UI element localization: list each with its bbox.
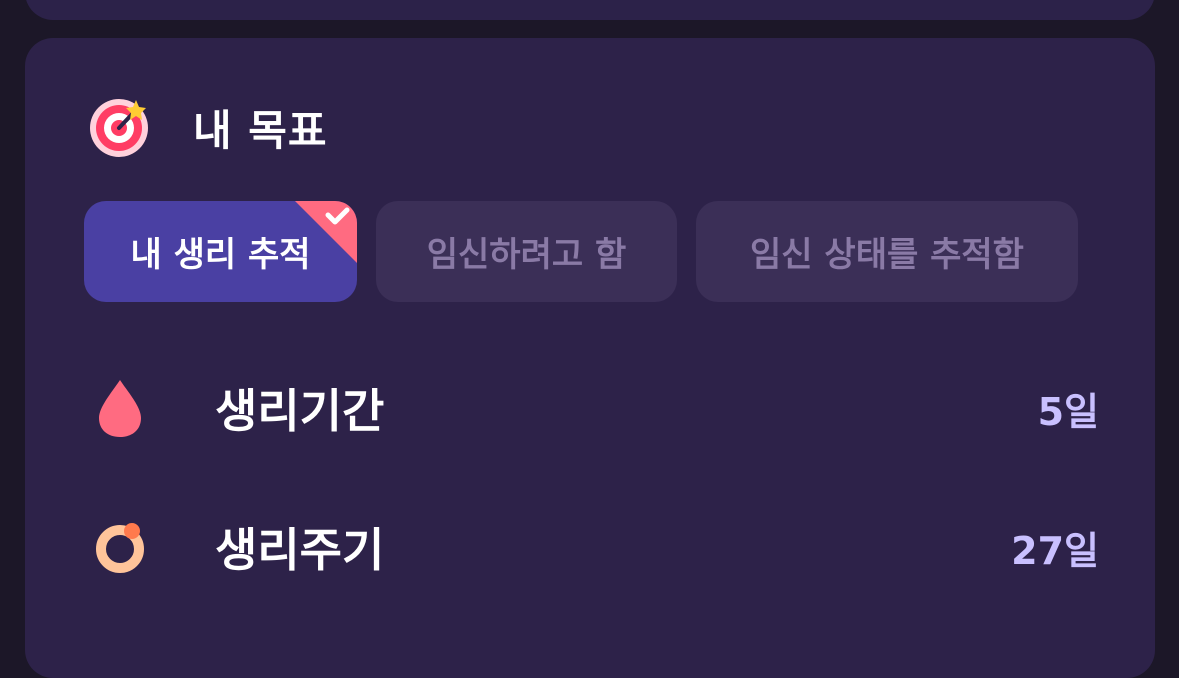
goal-option-label: 임신하려고 함 [426, 235, 627, 275]
goal-option-label: 내 생리 추적 [130, 235, 311, 275]
goal-header: 내 목표 [89, 96, 328, 158]
setting-row-period-length[interactable]: 생리기간 5일 [89, 375, 1099, 441]
previous-card [25, 0, 1155, 20]
goal-title: 내 목표 [193, 105, 328, 155]
goal-option-track-period[interactable]: 내 생리 추적 [84, 201, 357, 302]
goal-card: 내 목표 내 생리 추적 임신하려고 함 임신 상태를 추적함 생리기간 5일 [25, 38, 1155, 678]
drop-icon [89, 377, 151, 439]
setting-row-cycle-length[interactable]: 생리주기 27일 [89, 514, 1099, 580]
goal-option-label: 임신 상태를 추적함 [750, 235, 1024, 275]
setting-value: 27일 [1011, 528, 1099, 573]
goal-option-trying-to-conceive[interactable]: 임신하려고 함 [376, 201, 677, 302]
goal-option-track-pregnancy[interactable]: 임신 상태를 추적함 [696, 201, 1078, 302]
cycle-ring-icon [89, 516, 151, 578]
setting-label: 생리주기 [215, 523, 385, 577]
target-icon [89, 96, 151, 158]
selected-check-icon [295, 201, 357, 263]
setting-label: 생리기간 [215, 384, 385, 438]
setting-value: 5일 [1037, 389, 1099, 434]
